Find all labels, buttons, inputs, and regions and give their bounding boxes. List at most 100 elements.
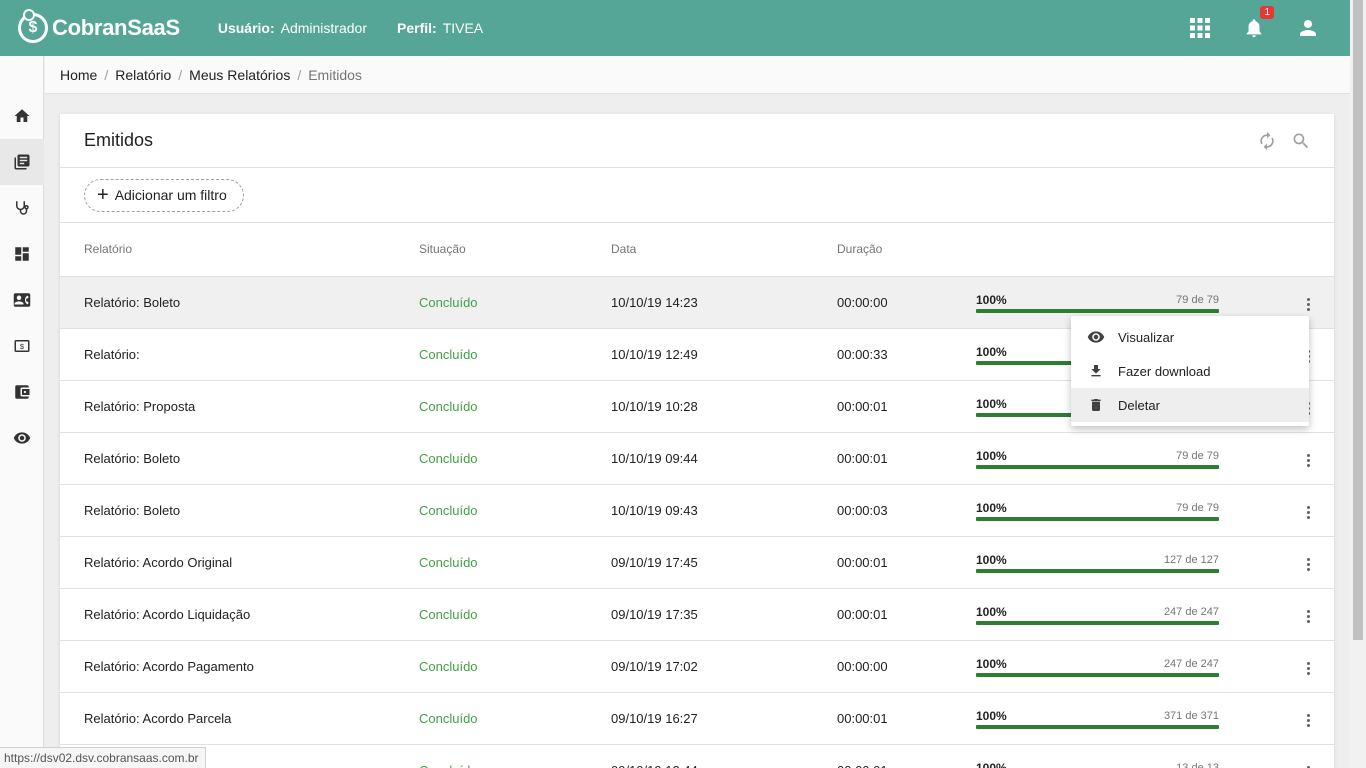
nav-dashboard[interactable] — [0, 231, 44, 277]
table-row[interactable]: Relatório: Boleto Concluído 10/10/19 09:44… — [60, 433, 1334, 485]
table-header: Relatório Situação Data Duração — [60, 223, 1334, 277]
progress-fill — [976, 673, 1219, 677]
eye-icon — [13, 432, 31, 444]
menu-item-fazer-download[interactable]: Fazer download — [1071, 354, 1309, 388]
report-name: Relatório: Acordo Liquidação — [84, 607, 251, 622]
app-logo[interactable]: $ CobranSaaS — [18, 9, 180, 43]
more-vert-icon[interactable] — [1298, 555, 1318, 573]
table-row[interactable]: Relatório: Acordo Liquidação Concluído 09/… — [60, 589, 1334, 641]
menu-item-label: Visualizar — [1118, 329, 1175, 345]
progress-bar — [976, 465, 1219, 469]
account-icon[interactable] — [1292, 12, 1324, 44]
report-duration: 00:00:01 — [837, 607, 888, 622]
refresh-icon[interactable] — [1254, 128, 1280, 154]
trash-icon — [1087, 396, 1105, 414]
status-text: Concluído — [419, 399, 478, 414]
status-text: Concluído — [419, 659, 478, 674]
menu-item-label: Fazer download — [1118, 363, 1211, 379]
breadcrumb: Home / Relatório / Meus Relatórios / Emitid… — [45, 56, 1350, 94]
money-icon: $ — [14, 340, 30, 352]
report-duration: 00:00:01 — [837, 763, 888, 768]
breadcrumb-meus-relatorios[interactable]: Meus Relatórios — [189, 67, 290, 83]
more-vert-icon[interactable] — [1298, 659, 1318, 677]
bell-icon[interactable]: 1 — [1238, 6, 1274, 44]
report-duration: 00:00:03 — [837, 503, 888, 518]
apps-grid-icon[interactable] — [1184, 12, 1216, 44]
table-row[interactable]: Relatório: Acordo Pagamento Concluído 09/1… — [60, 641, 1334, 693]
status-text: Concluído — [419, 295, 478, 310]
svg-text:$: $ — [20, 342, 25, 351]
status-url: https://dsv02.dsv.cobransaas.com.br — [0, 747, 206, 768]
report-duration: 00:00:33 — [837, 347, 888, 362]
user-info: Usuário: Administrador Perfil: TIVEA — [218, 20, 513, 36]
progress-percent: 100% — [976, 449, 1007, 463]
progress-bar — [976, 725, 1219, 729]
column-header-relatorio[interactable]: Relatório — [84, 242, 132, 256]
table-row[interactable]: Relatório: Boleto Concluído 10/10/19 09:43… — [60, 485, 1334, 537]
menu-item-label: Deletar — [1118, 397, 1160, 413]
scrollbar-thumb[interactable] — [1353, 0, 1363, 640]
report-duration: 00:00:00 — [837, 659, 888, 674]
table-row[interactable]: Relatório: Acordo Parcela Concluído 09/10/… — [60, 693, 1334, 745]
nav-health[interactable] — [0, 185, 44, 231]
report-name: Relatório: — [84, 347, 140, 362]
download-icon — [1087, 362, 1105, 380]
profile-value: TIVEA — [442, 20, 484, 36]
table-row[interactable]: Relatório: Acordo Original Concluído 09/10… — [60, 537, 1334, 589]
status-text: Concluído — [419, 763, 478, 768]
nav-home[interactable] — [0, 93, 44, 139]
progress-fill — [976, 569, 1219, 573]
status-text: Concluído — [419, 451, 478, 466]
breadcrumb-home[interactable]: Home — [60, 67, 97, 83]
add-filter-button[interactable]: + Adicionar um filtro — [84, 178, 244, 212]
progress-percent: 100% — [976, 761, 1007, 768]
profile-label: Perfil: — [397, 20, 437, 36]
logo-icon: $ — [18, 9, 48, 43]
logo-text: CobranSaaS — [52, 15, 180, 40]
side-nav: $ — [0, 56, 44, 768]
column-header-duracao[interactable]: Duração — [837, 242, 882, 256]
report-date: 10/10/19 09:43 — [611, 503, 698, 518]
table-row[interactable]: Concluído 09/10/19 12:44 00:00:01 100% 13 de… — [60, 745, 1334, 768]
column-header-data[interactable]: Data — [611, 242, 636, 256]
status-text: Concluído — [419, 607, 478, 622]
report-name: Relatório: Boleto — [84, 451, 181, 466]
report-name: Relatório: Boleto — [84, 295, 181, 310]
more-vert-icon[interactable] — [1298, 763, 1318, 768]
notification-badge: 1 — [1260, 6, 1274, 19]
top-app-bar: $ CobranSaaS Usuário: Administrador Perfi… — [0, 0, 1350, 56]
user-label: Usuário: — [217, 20, 275, 36]
breadcrumb-relatorio[interactable]: Relatório — [115, 67, 171, 83]
nav-wallet[interactable] — [0, 369, 44, 415]
contact-card-icon — [13, 293, 31, 307]
search-icon[interactable] — [1288, 128, 1314, 154]
report-date: 09/10/19 17:35 — [611, 607, 698, 622]
report-date: 09/10/19 17:45 — [611, 555, 698, 570]
more-vert-icon[interactable] — [1298, 451, 1318, 469]
more-vert-icon[interactable] — [1298, 711, 1318, 729]
progress-percent: 100% — [976, 345, 1007, 359]
report-date: 09/10/19 16:27 — [611, 711, 698, 726]
report-name: Relatório: Acordo Pagamento — [84, 659, 254, 674]
report-name: Relatório: Acordo Original — [84, 555, 233, 570]
report-date: 09/10/19 12:44 — [611, 763, 698, 768]
nav-reports[interactable] — [0, 139, 44, 185]
more-vert-icon[interactable] — [1298, 503, 1318, 521]
progress-bar — [976, 517, 1219, 521]
report-date: 10/10/19 12:49 — [611, 347, 698, 362]
report-duration: 00:00:01 — [837, 711, 888, 726]
report-date: 10/10/19 09:44 — [611, 451, 698, 466]
more-vert-icon[interactable] — [1298, 607, 1318, 625]
column-header-situacao[interactable]: Situação — [419, 242, 466, 256]
nav-view[interactable] — [0, 415, 44, 461]
more-vert-icon[interactable] — [1298, 295, 1318, 313]
nav-contacts[interactable] — [0, 277, 44, 323]
page-scrollbar[interactable] — [1350, 0, 1366, 768]
report-duration: 00:00:01 — [837, 555, 888, 570]
progress-fill — [976, 465, 1219, 469]
report-date: 09/10/19 17:02 — [611, 659, 698, 674]
nav-finance[interactable]: $ — [0, 323, 44, 369]
progress-fill — [976, 309, 1219, 313]
menu-item-deletar[interactable]: Deletar — [1071, 388, 1309, 422]
menu-item-visualizar[interactable]: Visualizar — [1071, 320, 1309, 354]
